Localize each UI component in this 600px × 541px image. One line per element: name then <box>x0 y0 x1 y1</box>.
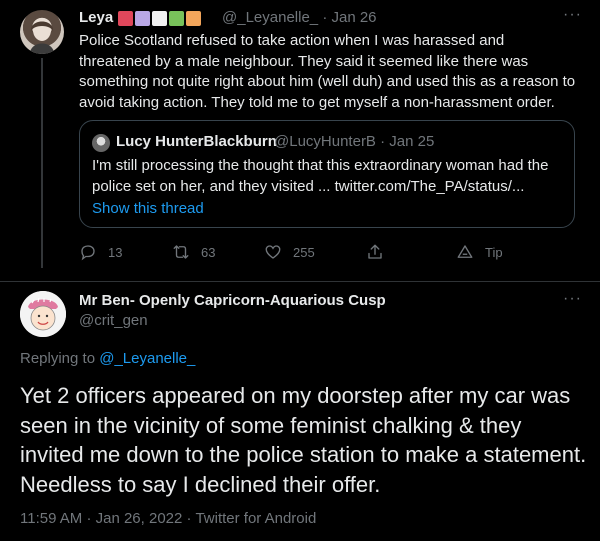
replying-to-label: Replying to <box>20 350 100 367</box>
more-options-icon[interactable]: ··· <box>563 6 582 24</box>
like-action[interactable]: 255 <box>264 243 315 261</box>
quoted-author-name: Lucy HunterBlackburn <box>116 133 277 150</box>
red-square-emoji <box>118 11 133 26</box>
replying-to: Replying to @_Leyanelle_ <box>20 350 195 367</box>
quoted-tweet-date: Jan 25 <box>389 133 435 150</box>
tweet-client: Twitter for Android <box>195 510 317 527</box>
tweet-date[interactable]: Jan 26 <box>331 9 376 26</box>
dot-separator: · <box>86 510 92 527</box>
author-handle-date[interactable]: @_Leyanelle_ · Jan 26 <box>222 9 377 26</box>
leya-avatar[interactable] <box>20 10 64 54</box>
orange-square-emoji <box>186 11 201 26</box>
author-handle[interactable]: @_Leyanelle_ <box>222 9 318 26</box>
reply-tweet-text: Yet 2 officers appeared on my doorstep a… <box>20 383 587 497</box>
thread-line <box>41 58 43 268</box>
retweet-icon <box>173 245 189 259</box>
replying-to-handle-link[interactable]: @_Leyanelle_ <box>99 350 195 367</box>
tweet-time[interactable]: 11:59 AM <box>20 510 82 527</box>
quoted-author-avatar <box>92 134 110 152</box>
tip-label: Tip <box>485 244 503 260</box>
share-action[interactable] <box>366 243 384 261</box>
mr-ben-avatar[interactable] <box>20 291 66 337</box>
name-emoji-squares <box>118 11 201 26</box>
retweet-count: 63 <box>201 244 216 260</box>
reply-count: 13 <box>108 244 123 260</box>
retweet-action[interactable]: 63 <box>172 243 215 261</box>
tweet-metadata: 11:59 AM · Jan 26, 2022 · Twitter for An… <box>20 510 316 527</box>
tweet-divider <box>0 281 600 282</box>
more-options-icon[interactable]: ··· <box>563 290 582 308</box>
tip-icon <box>457 245 473 258</box>
reply-action[interactable]: 13 <box>79 243 122 261</box>
like-count: 255 <box>293 244 315 260</box>
tweet-text: Police Scotland refused to take action w… <box>79 32 576 111</box>
green-square-emoji <box>169 11 184 26</box>
dot-separator: · <box>322 9 328 26</box>
dot-separator: · <box>186 510 192 527</box>
tweet-full-date[interactable]: Jan 26, 2022 <box>96 510 183 527</box>
quoted-author-handle-date: @LucyHunterB · Jan 25 <box>274 133 434 150</box>
reply-author-name[interactable]: Mr Ben- Openly Capricorn-Aquarious Cusp <box>79 292 386 309</box>
reply-author-handle[interactable]: @crit_gen <box>79 312 148 329</box>
show-thread-link[interactable]: Show this thread <box>92 200 204 217</box>
quoted-tweet-text: I'm still processing the thought that th… <box>92 157 549 195</box>
white-square-emoji <box>152 11 167 26</box>
reply-icon <box>81 245 95 261</box>
dot-separator: · <box>380 133 386 150</box>
purple-square-emoji <box>135 11 150 26</box>
tip-action[interactable]: Tip <box>456 243 503 261</box>
quoted-author-handle: @LucyHunterB <box>274 133 376 150</box>
share-icon <box>368 244 382 259</box>
author-name[interactable]: Leya <box>79 9 113 26</box>
heart-icon <box>265 245 281 259</box>
